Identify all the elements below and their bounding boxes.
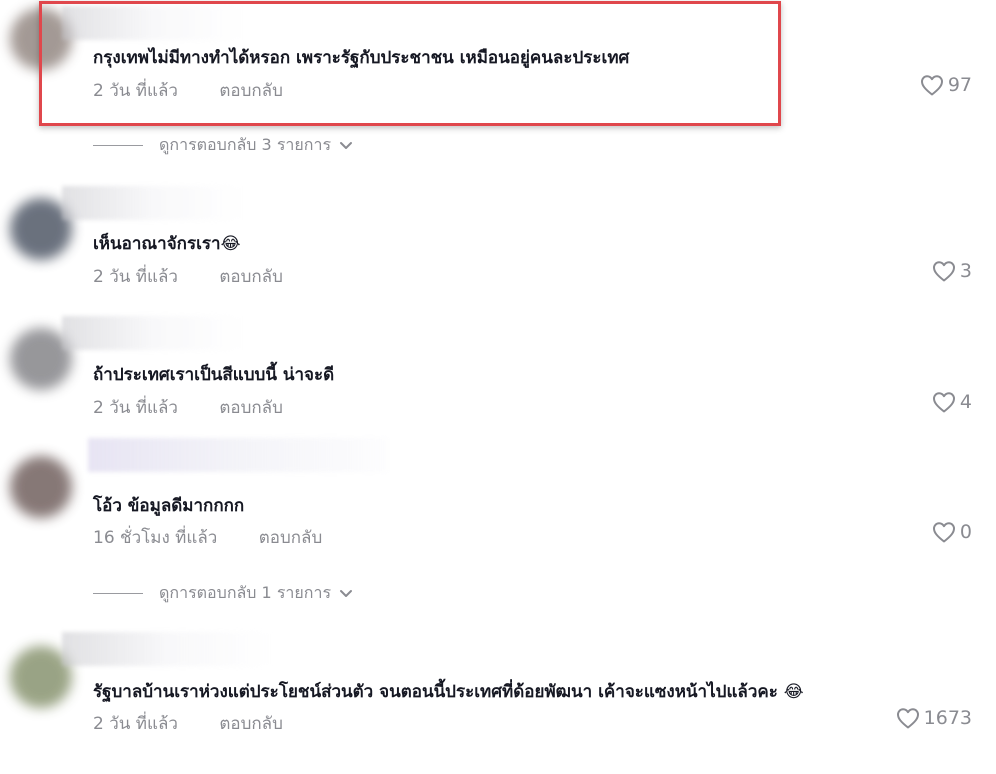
comment-meta: 2 วัน ที่แล้ว ตอบกลับ	[93, 710, 283, 737]
heart-outline-icon	[920, 75, 943, 96]
heart-outline-icon	[932, 261, 955, 282]
comment-time: 2 วัน ที่แล้ว	[93, 714, 178, 734]
comment-meta: 2 วัน ที่แล้ว ตอบกลับ	[93, 394, 283, 421]
heart-outline-icon	[932, 522, 955, 543]
comment-text: โอ้ว ข้อมูลดีมากกกก	[93, 496, 245, 516]
username-redacted[interactable]	[62, 632, 272, 666]
comment-item: เห็นอาณาจักรเรา😂 2 วัน ที่แล้ว ตอบกลับ 3	[0, 186, 996, 306]
like-button[interactable]: 1673	[896, 707, 972, 729]
divider-line	[93, 593, 143, 594]
comment-text: เห็นอาณาจักรเรา😂	[93, 234, 241, 254]
like-button[interactable]: 4	[932, 391, 972, 413]
chevron-down-icon	[340, 141, 353, 149]
comment-text: รัฐบาลบ้านเราห่วงแต่ประโยชน์ส่วนตัว จนตอ…	[93, 682, 804, 702]
comment-time: 16 ชั่วโมง ที่แล้ว	[93, 528, 218, 548]
view-replies-label: ดูการตอบกลับ 3 รายการ	[159, 135, 332, 154]
avatar[interactable]	[10, 456, 72, 518]
comments-viewport: กรุงเทพไม่มีทางทำได้หรอก เพราะรัฐกับประช…	[0, 0, 996, 774]
like-button[interactable]: 3	[932, 260, 972, 282]
like-button[interactable]: 0	[932, 521, 972, 543]
view-replies-button[interactable]: ดูการตอบกลับ 1 รายการ	[93, 581, 353, 606]
username-redacted[interactable]	[62, 186, 242, 220]
comment-item: โอ้ว ข้อมูลดีมากกกก 16 ชั่วโมง ที่แล้ว ต…	[0, 438, 996, 558]
reply-button[interactable]: ตอบกลับ	[219, 77, 283, 104]
reply-button[interactable]: ตอบกลับ	[219, 710, 283, 737]
comment-meta: 2 วัน ที่แล้ว ตอบกลับ	[93, 77, 283, 104]
like-count: 4	[959, 391, 972, 413]
comment-item: ถ้าประเทศเราเป็นสีแบบนี้ น่าจะดี 2 วัน ท…	[0, 316, 996, 436]
like-count: 0	[959, 521, 972, 543]
comment-text: กรุงเทพไม่มีทางทำได้หรอก เพราะรัฐกับประช…	[93, 48, 630, 68]
view-replies-label: ดูการตอบกลับ 1 รายการ	[159, 583, 332, 602]
heart-outline-icon	[932, 392, 955, 413]
like-count: 97	[947, 74, 972, 96]
username-redacted[interactable]	[88, 438, 388, 472]
comment-time: 2 วัน ที่แล้ว	[93, 267, 178, 287]
view-replies-button[interactable]: ดูการตอบกลับ 3 รายการ	[93, 133, 353, 158]
heart-outline-icon	[896, 708, 919, 729]
chevron-down-icon	[340, 589, 353, 597]
comment-time: 2 วัน ที่แล้ว	[93, 81, 178, 101]
comment-meta: 2 วัน ที่แล้ว ตอบกลับ	[93, 263, 283, 290]
reply-button[interactable]: ตอบกลับ	[219, 263, 283, 290]
username-redacted[interactable]	[62, 316, 242, 350]
reply-button[interactable]: ตอบกลับ	[219, 394, 283, 421]
comment-item: กรุงเทพไม่มีทางทำได้หรอก เพราะรัฐกับประช…	[0, 0, 996, 130]
comment-meta: 16 ชั่วโมง ที่แล้ว ตอบกลับ	[93, 524, 322, 551]
like-button[interactable]: 97	[920, 74, 972, 96]
username-redacted[interactable]	[62, 6, 242, 40]
comment-time: 2 วัน ที่แล้ว	[93, 398, 178, 418]
comment-text: ถ้าประเทศเราเป็นสีแบบนี้ น่าจะดี	[93, 365, 335, 385]
divider-line	[93, 145, 143, 146]
like-count: 1673	[923, 707, 972, 729]
reply-button[interactable]: ตอบกลับ	[259, 524, 323, 551]
like-count: 3	[959, 260, 972, 282]
comment-item: รัฐบาลบ้านเราห่วงแต่ประโยชน์ส่วนตัว จนตอ…	[0, 632, 996, 774]
